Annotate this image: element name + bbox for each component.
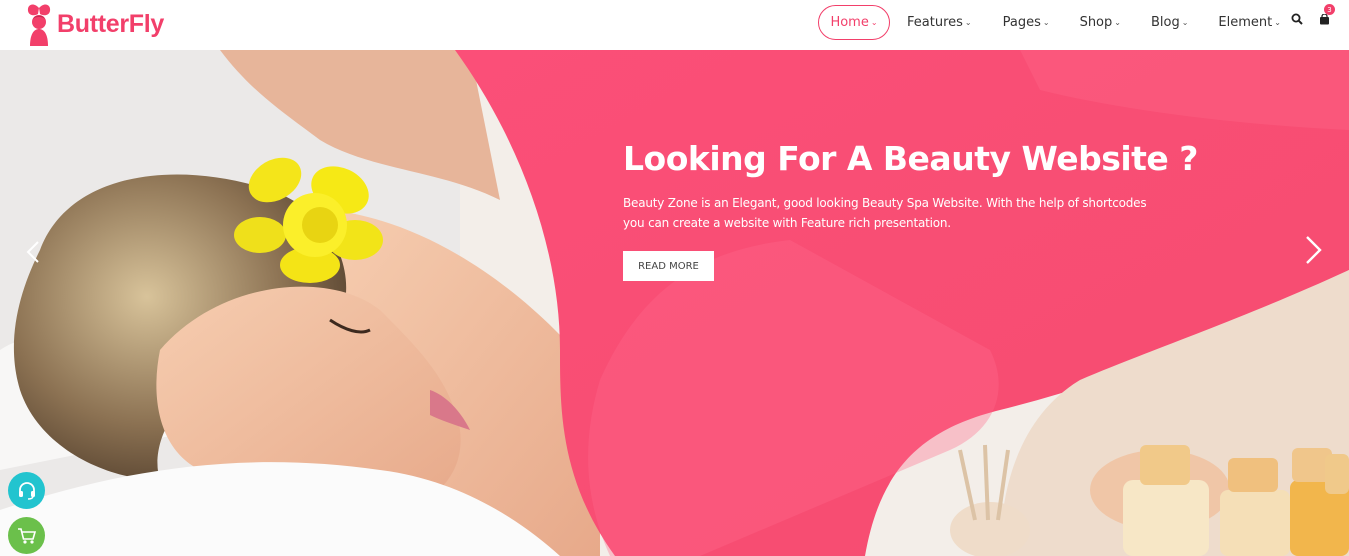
butterfly-logo-icon [27,4,51,46]
read-more-button[interactable]: READ MORE [623,251,714,281]
nav-item-shop[interactable]: Shop ⌄ [1080,5,1121,40]
slider-next-arrow-icon[interactable] [1304,235,1322,269]
headset-icon [18,481,35,500]
nav-item-home[interactable]: Home ⌄ [818,5,890,40]
shopping-cart-icon [17,527,36,544]
nav-item-element[interactable]: Element ⌄ [1218,5,1281,40]
chevron-down-icon: ⌄ [870,18,878,27]
cart-count-badge: 3 [1324,4,1335,15]
chevron-down-icon: ⌄ [1042,18,1050,27]
logo[interactable]: ButterFly [24,2,164,46]
hero-background-image [0,50,1349,556]
chevron-down-icon: ⌄ [1181,18,1189,27]
nav-item-features[interactable]: Features ⌄ [907,5,972,40]
floating-cart-button[interactable] [8,517,45,554]
main-nav: Home ⌄ Features ⌄ Pages ⌄ Shop ⌄ Blog ⌄ Eleme… [818,5,1281,40]
hero-slider: Looking For A Beauty Website ? Beauty Zo… [0,50,1349,556]
nav-item-pages[interactable]: Pages ⌄ [1003,5,1050,40]
hero-title: Looking For A Beauty Website ? [623,139,1198,178]
site-header: ButterFly Home ⌄ Features ⌄ Pages ⌄ Shop ⌄ B… [0,0,1349,50]
nav-label: Blog [1150,15,1180,30]
cart-icon[interactable]: 3 [1317,4,1335,26]
nav-label: Element [1218,15,1273,30]
nav-label: Home [830,15,869,30]
slider-prev-arrow-icon[interactable] [26,240,40,268]
nav-item-blog[interactable]: Blog ⌄ [1151,5,1188,40]
header-icons: 3 [1290,4,1335,26]
nav-label: Shop [1079,15,1113,30]
nav-label: Features [907,15,963,30]
hero-description: Beauty Zone is an Elegant, good looking … [623,196,1147,230]
support-button[interactable] [8,472,45,509]
nav-label: Pages [1002,15,1041,30]
chevron-down-icon: ⌄ [1274,18,1281,27]
chevron-down-icon: ⌄ [964,18,972,27]
logo-text: ButterFly [57,9,165,38]
search-icon[interactable] [1290,12,1304,26]
chevron-down-icon: ⌄ [1114,18,1121,27]
